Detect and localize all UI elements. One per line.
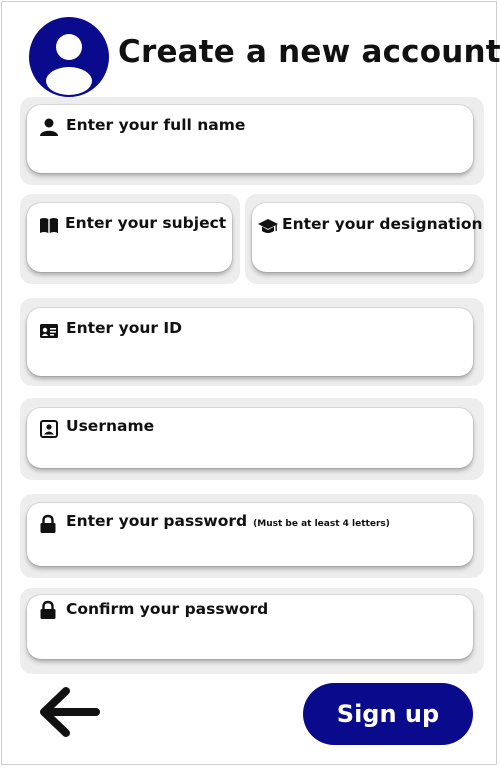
username-label: Username: [66, 417, 155, 435]
arrow-left-icon: [40, 687, 100, 737]
signup-screen: Create a new account Enter your full nam…: [1, 1, 500, 765]
full-name-field[interactable]: Enter your full name: [27, 105, 473, 173]
user-icon: [39, 117, 59, 137]
user-avatar-icon: [29, 17, 109, 97]
designation-field[interactable]: Enter your designation: [252, 203, 483, 272]
subject-field[interactable]: Enter your subject: [27, 203, 232, 272]
password-hint: (Must be at least 4 letters): [253, 519, 390, 529]
password-group: Enter your password (Must be at least 4 l…: [20, 494, 484, 578]
username-field[interactable]: Username: [27, 408, 473, 468]
confirm-password-group: Confirm your password: [20, 588, 484, 674]
designation-group: Enter your designation: [245, 194, 484, 284]
lock-icon: [38, 600, 58, 620]
page-title: Create a new account: [118, 34, 500, 70]
full-name-group: Enter your full name: [20, 97, 484, 185]
id-field[interactable]: Enter your ID: [27, 308, 473, 376]
signup-button[interactable]: Sign up: [303, 683, 473, 745]
password-label: Enter your password (Must be at least 4 l…: [66, 512, 390, 530]
id-card-icon: [39, 321, 59, 341]
username-group: Username: [20, 398, 484, 480]
password-label-text: Enter your password: [66, 512, 248, 530]
id-group: Enter your ID: [20, 298, 484, 386]
password-field[interactable]: Enter your password (Must be at least 4 l…: [27, 503, 473, 566]
full-name-label: Enter your full name: [66, 116, 246, 134]
lock-icon: [38, 514, 58, 534]
id-label: Enter your ID: [66, 319, 183, 337]
subject-group: Enter your subject: [20, 194, 240, 284]
book-icon: [39, 216, 59, 236]
user-square-icon: [39, 419, 59, 439]
designation-label: Enter your designation: [282, 215, 483, 233]
back-button[interactable]: [36, 685, 104, 739]
confirm-password-label: Confirm your password: [66, 600, 269, 618]
graduation-cap-icon: [258, 217, 278, 237]
subject-label: Enter your subject: [65, 214, 227, 232]
confirm-password-field[interactable]: Confirm your password: [27, 595, 473, 659]
